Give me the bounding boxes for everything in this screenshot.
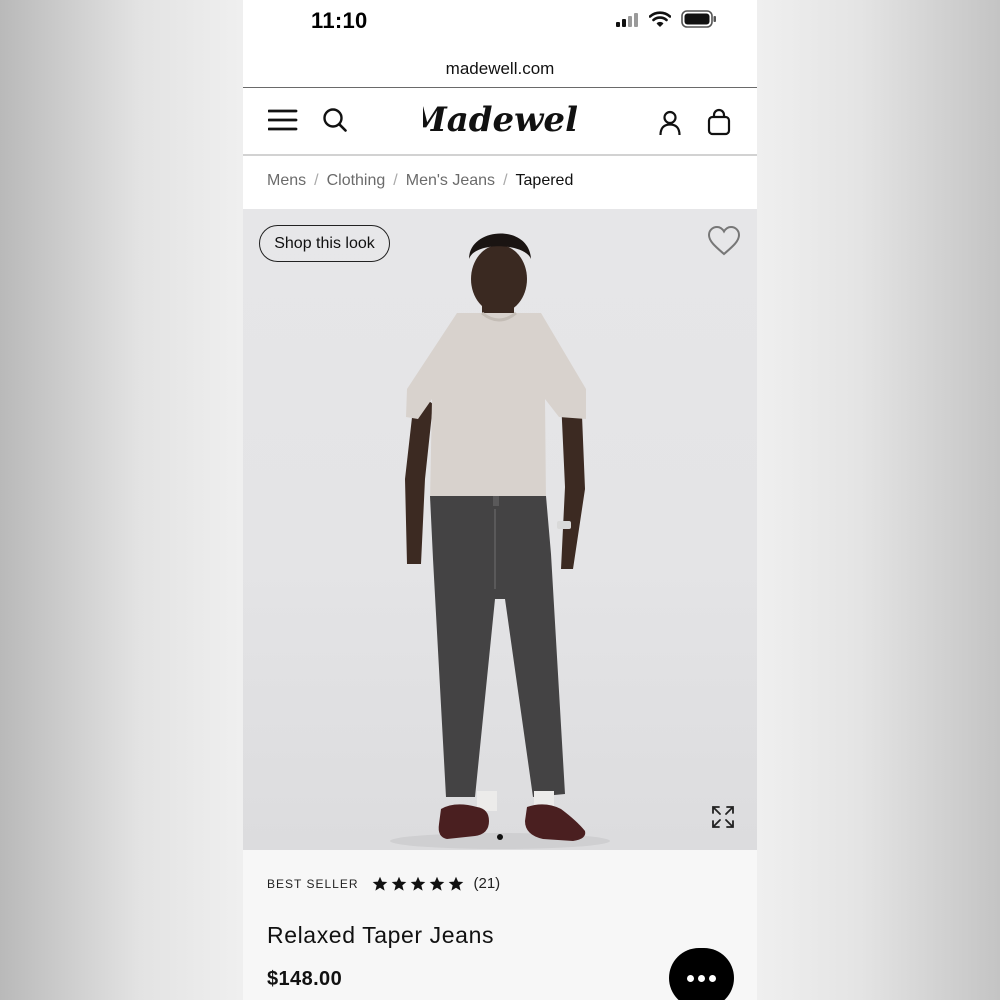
status-icons [615, 10, 717, 28]
madewell-logo[interactable]: Madewell [423, 98, 577, 142]
bag-icon[interactable] [707, 108, 731, 136]
badge-row: BEST SELLER (21) [267, 875, 500, 892]
product-image[interactable]: Shop this look [243, 209, 757, 850]
product-price: $148.00 [267, 968, 343, 990]
breadcrumb-separator: / [503, 172, 508, 189]
product-title: Relaxed Taper Jeans [267, 922, 495, 948]
search-icon[interactable] [322, 107, 348, 133]
expand-icon[interactable] [711, 805, 735, 829]
signal-icon [616, 13, 638, 27]
chat-icon [687, 974, 694, 982]
star-icon [411, 876, 426, 891]
heart-icon[interactable] [707, 225, 741, 257]
breadcrumb-link-mens-jeans[interactable]: Men's Jeans [406, 172, 495, 190]
star-icon [430, 876, 445, 891]
menu-icon[interactable] [268, 108, 298, 132]
url-bar[interactable]: madewell.com [243, 44, 757, 88]
carousel-dots [243, 834, 757, 840]
breadcrumb-separator: / [393, 172, 398, 189]
review-count[interactable]: (21) [473, 875, 500, 892]
url-text[interactable]: madewell.com [243, 59, 757, 79]
phone-screen: 11:10 madewell.com adewel Mens / Clothin… [243, 0, 757, 1000]
breadcrumb-separator: / [314, 172, 319, 189]
star-icon [373, 876, 388, 891]
breadcrumb: Mens / Clothing / Men's Jeans / Tapered [267, 172, 573, 190]
status-bar: 11:10 [243, 0, 757, 44]
carousel-dot-active[interactable] [497, 834, 503, 840]
chat-icon [709, 974, 716, 982]
site-header: Madewell [243, 88, 757, 156]
svg-text:Madewell: Madewell [423, 100, 577, 140]
wifi-icon [649, 11, 671, 27]
breadcrumb-link-mens[interactable]: Mens [267, 172, 306, 190]
breadcrumb-link-clothing[interactable]: Clothing [327, 172, 386, 190]
star-icon [392, 876, 407, 891]
chat-button[interactable] [669, 948, 734, 1000]
status-time: 11:10 [311, 8, 368, 33]
best-seller-badge: BEST SELLER [267, 876, 359, 891]
star-icon [449, 876, 464, 891]
product-details: BEST SELLER (21) Relaxed Taper Jeans $14… [243, 850, 757, 1000]
rating-stars[interactable] [372, 876, 464, 892]
chat-icon [698, 974, 705, 982]
model-photo [390, 233, 610, 849]
breadcrumb-current: Tapered [515, 172, 574, 189]
shop-this-look-button[interactable]: Shop this look [259, 225, 390, 262]
battery-icon [681, 10, 716, 28]
account-icon[interactable] [658, 110, 682, 136]
